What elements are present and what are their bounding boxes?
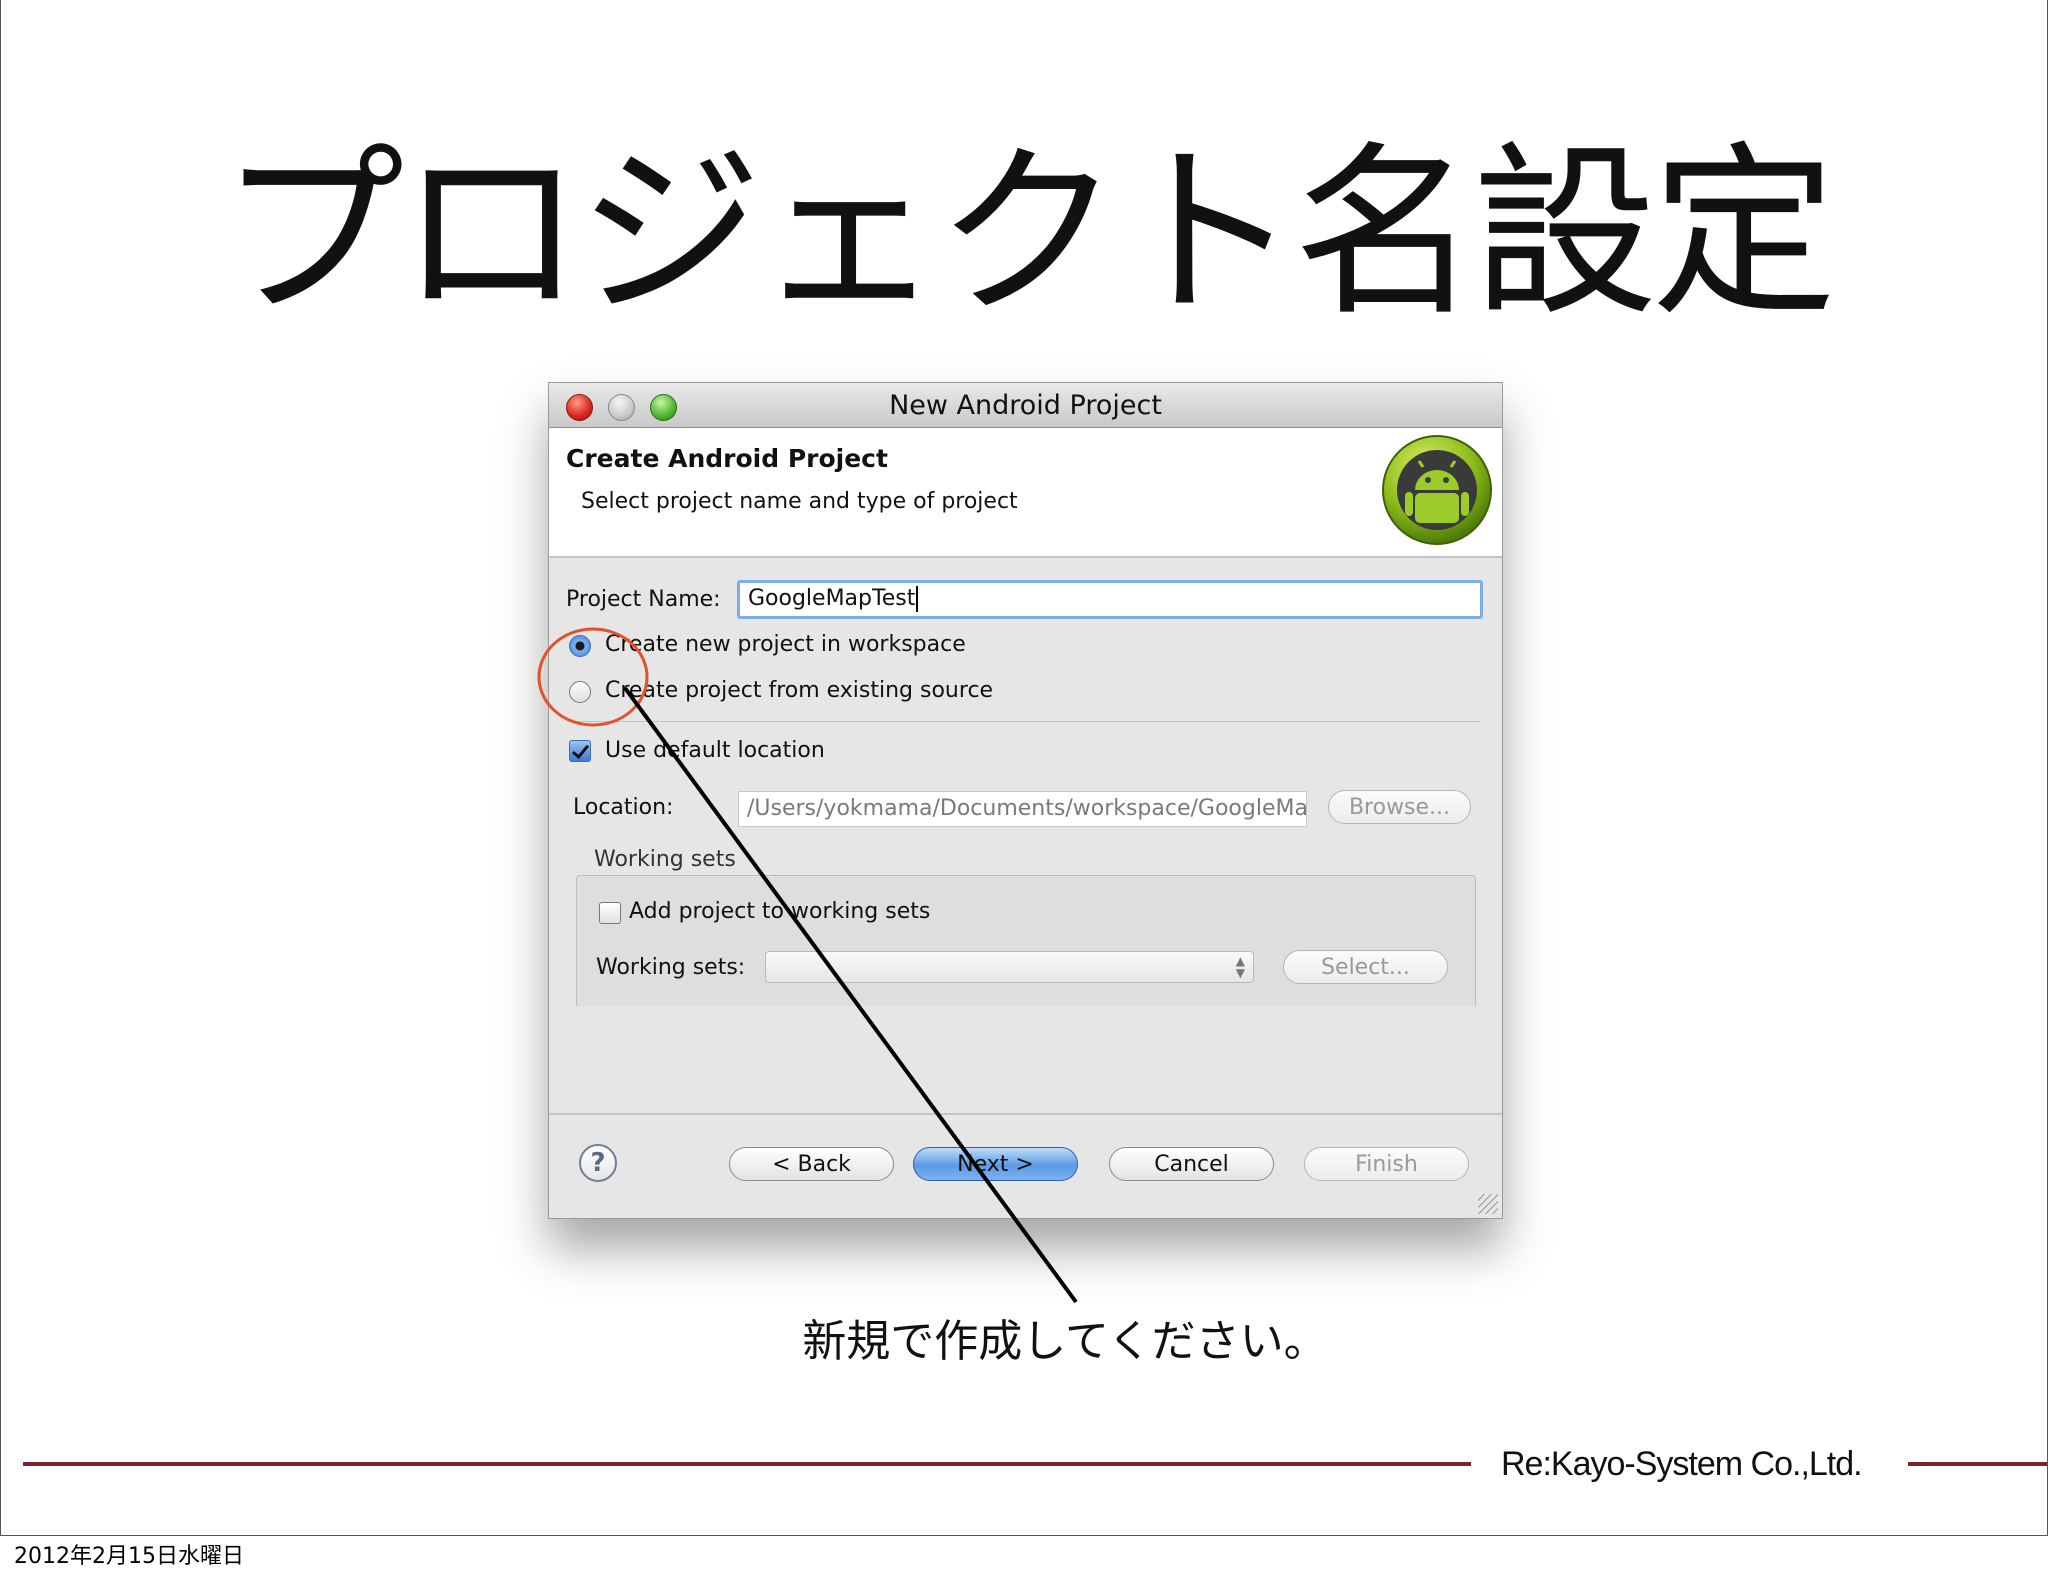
company-name: Re:Kayo-System Co.,Ltd. bbox=[1501, 1445, 1863, 1483]
project-name-label: Project Name: bbox=[566, 587, 721, 612]
next-button[interactable]: Next > bbox=[913, 1147, 1078, 1181]
divider bbox=[569, 721, 1481, 722]
radio-create-new-label[interactable]: Create new project in workspace bbox=[605, 632, 966, 657]
location-label: Location: bbox=[573, 795, 674, 820]
new-android-project-dialog: New Android Project Create Android Proje… bbox=[548, 382, 1503, 1219]
help-icon[interactable]: ? bbox=[579, 1144, 617, 1182]
text-caret bbox=[916, 586, 919, 612]
use-default-location-label[interactable]: Use default location bbox=[605, 738, 825, 763]
browse-button[interactable]: Browse... bbox=[1328, 790, 1471, 824]
window-title: New Android Project bbox=[889, 390, 1162, 421]
working-sets-group bbox=[576, 875, 1476, 1006]
resize-grip-icon[interactable] bbox=[1478, 1194, 1498, 1214]
slide: プロジェクト名設定 New Android Project Create And… bbox=[0, 0, 2048, 1536]
wizard-title: Create Android Project bbox=[566, 444, 888, 473]
add-to-working-sets-checkbox[interactable] bbox=[599, 902, 621, 924]
updown-arrows-icon: ▲ ▼ bbox=[1235, 954, 1245, 980]
add-to-working-sets-label[interactable]: Add project to working sets bbox=[629, 899, 930, 924]
working-sets-select[interactable]: ▲ ▼ bbox=[765, 951, 1254, 983]
radio-create-new[interactable] bbox=[569, 635, 591, 657]
footer-divider bbox=[549, 1113, 1502, 1115]
footer-rule-left bbox=[23, 1462, 1471, 1466]
working-sets-label: Working sets: bbox=[596, 955, 746, 980]
back-button[interactable]: < Back bbox=[729, 1147, 894, 1181]
project-name-value: GoogleMapTest bbox=[748, 586, 916, 611]
slide-caption: 新規で作成してください。 bbox=[802, 1316, 1328, 1367]
slide-date: 2012年2月15日水曜日 bbox=[14, 1544, 244, 1569]
wizard-subtitle: Select project name and type of project bbox=[581, 489, 1018, 514]
location-input[interactable]: /Users/yokmama/Documents/workspace/Googl… bbox=[738, 791, 1307, 827]
select-button[interactable]: Select... bbox=[1283, 950, 1448, 984]
wizard-header: Create Android Project Select project na… bbox=[549, 428, 1502, 558]
cancel-button[interactable]: Cancel bbox=[1109, 1147, 1274, 1181]
radio-existing-source[interactable] bbox=[569, 681, 591, 703]
project-name-input[interactable]: GoogleMapTest bbox=[737, 580, 1483, 619]
use-default-location-checkbox[interactable] bbox=[569, 740, 591, 762]
slide-title: プロジェクト名設定 bbox=[219, 125, 1837, 341]
android-logo-icon bbox=[1382, 435, 1492, 545]
radio-existing-source-label[interactable]: Create project from existing source bbox=[605, 678, 993, 703]
finish-button[interactable]: Finish bbox=[1304, 1147, 1469, 1181]
footer-rule-right bbox=[1908, 1462, 2047, 1466]
window-titlebar[interactable]: New Android Project bbox=[549, 383, 1502, 428]
working-sets-group-label: Working sets bbox=[594, 847, 736, 872]
